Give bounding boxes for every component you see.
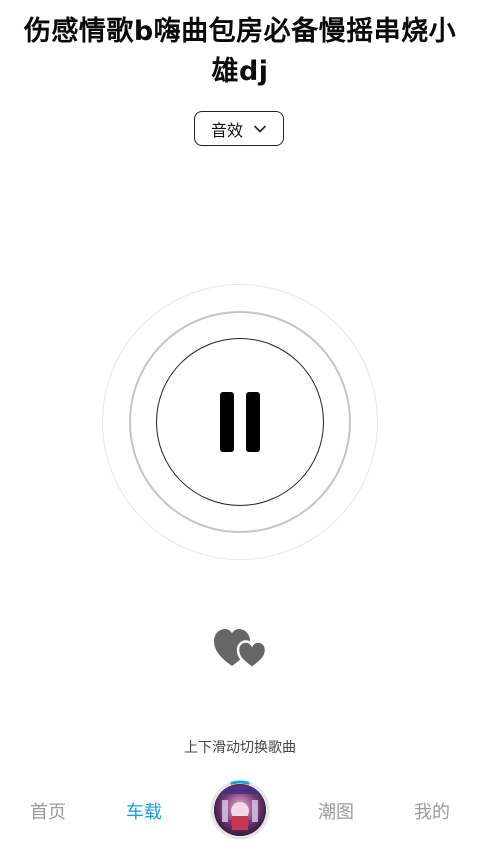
bottom-tab-bar: 首页 车载 潮图 我的 (0, 774, 480, 854)
pause-button[interactable] (156, 338, 324, 506)
song-title: 伤感情歌b嗨曲包房必备慢摇串烧小雄dj (23, 16, 457, 87)
tab-mine[interactable]: 我的 (392, 798, 472, 824)
album-art (214, 784, 266, 836)
double-heart-icon[interactable] (212, 624, 268, 672)
swipe-hint: 上下滑动切换歌曲 (184, 740, 296, 756)
tab-car[interactable]: 车载 (104, 798, 184, 824)
album-cover (214, 784, 266, 836)
player-area (102, 284, 378, 560)
now-playing-avatar[interactable] (210, 780, 270, 840)
sound-effect-button[interactable]: 音效 (194, 111, 284, 146)
sound-effect-label: 音效 (210, 120, 243, 140)
pause-icon (220, 392, 260, 452)
tab-trend-images[interactable]: 潮图 (296, 798, 376, 824)
tab-home[interactable]: 首页 (8, 798, 88, 824)
chevron-down-icon (254, 125, 266, 132)
